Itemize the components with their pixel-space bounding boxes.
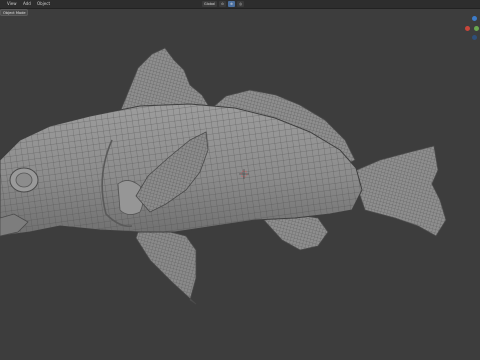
viewport-header: View Add Object Global ⊙ ⊕ ◎ xyxy=(0,0,480,9)
gizmo-x-axis-icon[interactable] xyxy=(465,26,470,31)
navigation-gizmo[interactable] xyxy=(462,16,480,40)
pivot-point-icon[interactable]: ⊙ xyxy=(219,1,227,7)
gizmo-neg-z-axis-icon[interactable] xyxy=(472,35,477,40)
3d-viewport[interactable]: View Add Object Global ⊙ ⊕ ◎ Object Mode xyxy=(0,0,480,360)
transform-orientation-dropdown[interactable]: Global xyxy=(202,1,218,7)
pelvic-fin xyxy=(135,225,197,305)
proportional-editing-icon[interactable]: ◎ xyxy=(237,1,245,7)
menu-view[interactable]: View xyxy=(6,0,18,8)
fish-eye xyxy=(9,167,39,193)
gizmo-y-axis-icon[interactable] xyxy=(474,26,479,31)
snap-icon[interactable]: ⊕ xyxy=(228,1,236,7)
header-center-tools: Global ⊙ ⊕ ◎ xyxy=(202,1,245,7)
gizmo-z-axis-icon[interactable] xyxy=(472,16,477,21)
menu-object[interactable]: Object xyxy=(36,0,51,8)
tail-fin xyxy=(351,145,447,237)
menu-add[interactable]: Add xyxy=(22,0,32,8)
mode-selector-dropdown[interactable]: Object Mode xyxy=(0,9,28,16)
fish-mesh-model[interactable] xyxy=(0,0,480,360)
